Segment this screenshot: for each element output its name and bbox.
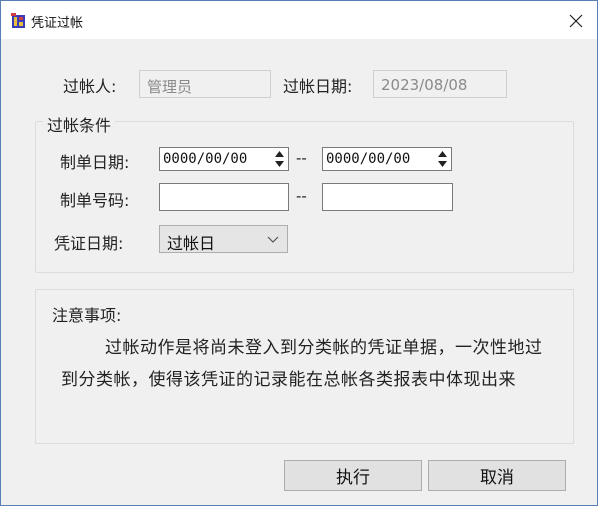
title-bar: 凭证过帐	[1, 1, 597, 39]
execute-button[interactable]: 执行	[284, 460, 422, 491]
post-voucher-dialog: 凭证过帐 过帐人: 管理员 过帐日期: 2023/08/08 过帐条件 制单日期…	[0, 0, 598, 506]
doc-date-from-value: 0000/00/00	[163, 151, 248, 167]
doc-date-from-up[interactable]	[272, 149, 287, 159]
window-title: 凭证过帐	[31, 16, 84, 31]
doc-date-label: 制单日期:	[60, 153, 130, 172]
voucher-date-selected: 过帐日	[167, 234, 216, 253]
poster-field: 管理员	[139, 70, 271, 98]
poster-label: 过帐人:	[63, 77, 117, 96]
doc-number-label: 制单号码:	[60, 191, 130, 210]
doc-number-separator: --	[296, 187, 307, 205]
doc-number-from-input[interactable]	[159, 183, 289, 211]
close-icon	[569, 14, 583, 28]
doc-date-to-up[interactable]	[435, 149, 450, 159]
app-icon	[10, 12, 28, 30]
doc-date-separator: --	[296, 149, 307, 167]
doc-date-to-down[interactable]	[435, 159, 450, 169]
doc-date-to-spinner[interactable]: 0000/00/00	[322, 147, 452, 171]
doc-date-from-down[interactable]	[272, 159, 287, 169]
up-arrow-icon	[438, 151, 447, 157]
voucher-date-label: 凭证日期:	[54, 234, 124, 253]
chevron-down-icon	[267, 236, 279, 243]
conditions-legend: 过帐条件	[43, 112, 116, 136]
notes-body: 过帐动作是将尚未登入到分类帐的凭证单据，一次性地过到分类帐，使得该凭证的记录能在…	[61, 338, 543, 390]
doc-date-to-value: 0000/00/00	[326, 151, 411, 167]
cancel-button[interactable]: 取消	[428, 460, 566, 491]
close-button[interactable]	[561, 7, 591, 35]
down-arrow-icon	[275, 161, 284, 167]
notes-title: 注意事项:	[52, 306, 122, 325]
voucher-date-select[interactable]: 过帐日	[159, 225, 288, 253]
up-arrow-icon	[275, 151, 284, 157]
down-arrow-icon	[438, 161, 447, 167]
post-date-label: 过帐日期:	[283, 77, 353, 96]
post-date-field: 2023/08/08	[373, 70, 507, 98]
doc-number-to-input[interactable]	[322, 183, 453, 211]
doc-date-from-spinner[interactable]: 0000/00/00	[159, 147, 289, 171]
